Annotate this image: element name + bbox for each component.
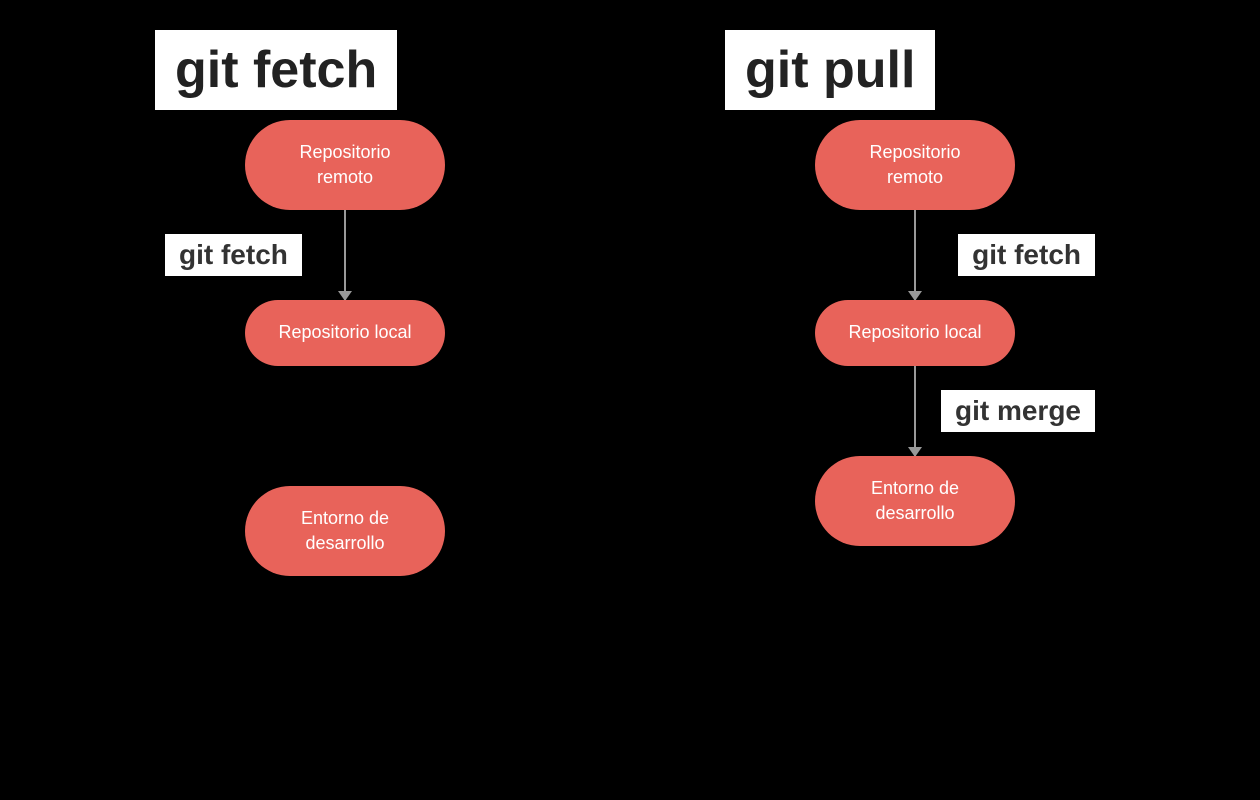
fetch-node-dev: Entorno de desarrollo: [245, 486, 445, 576]
fetch-diagram: git fetch Repositorio remoto git fetch R…: [155, 30, 535, 576]
pull-title: git pull: [725, 30, 935, 110]
pull-arrow2-row: git merge: [725, 366, 1105, 456]
fetch-node-local: Repositorio local: [245, 300, 445, 365]
pull-arrow1-row: git fetch: [725, 210, 1105, 300]
fetch-arrow1-label: git fetch: [165, 234, 302, 276]
fetch-node-remote: Repositorio remoto: [245, 120, 445, 210]
pull-node-local: Repositorio local: [815, 300, 1015, 365]
fetch-title: git fetch: [155, 30, 397, 110]
pull-arrow2-label: git merge: [941, 390, 1095, 432]
pull-node-dev: Entorno de desarrollo: [815, 456, 1015, 546]
pull-diagram: git pull Repositorio remoto git fetch Re…: [725, 30, 1105, 546]
pull-node-remote: Repositorio remoto: [815, 120, 1015, 210]
main-container: git fetch Repositorio remoto git fetch R…: [0, 0, 1260, 800]
fetch-arrow1-row: git fetch: [155, 210, 535, 300]
pull-arrow1-label: git fetch: [958, 234, 1095, 276]
